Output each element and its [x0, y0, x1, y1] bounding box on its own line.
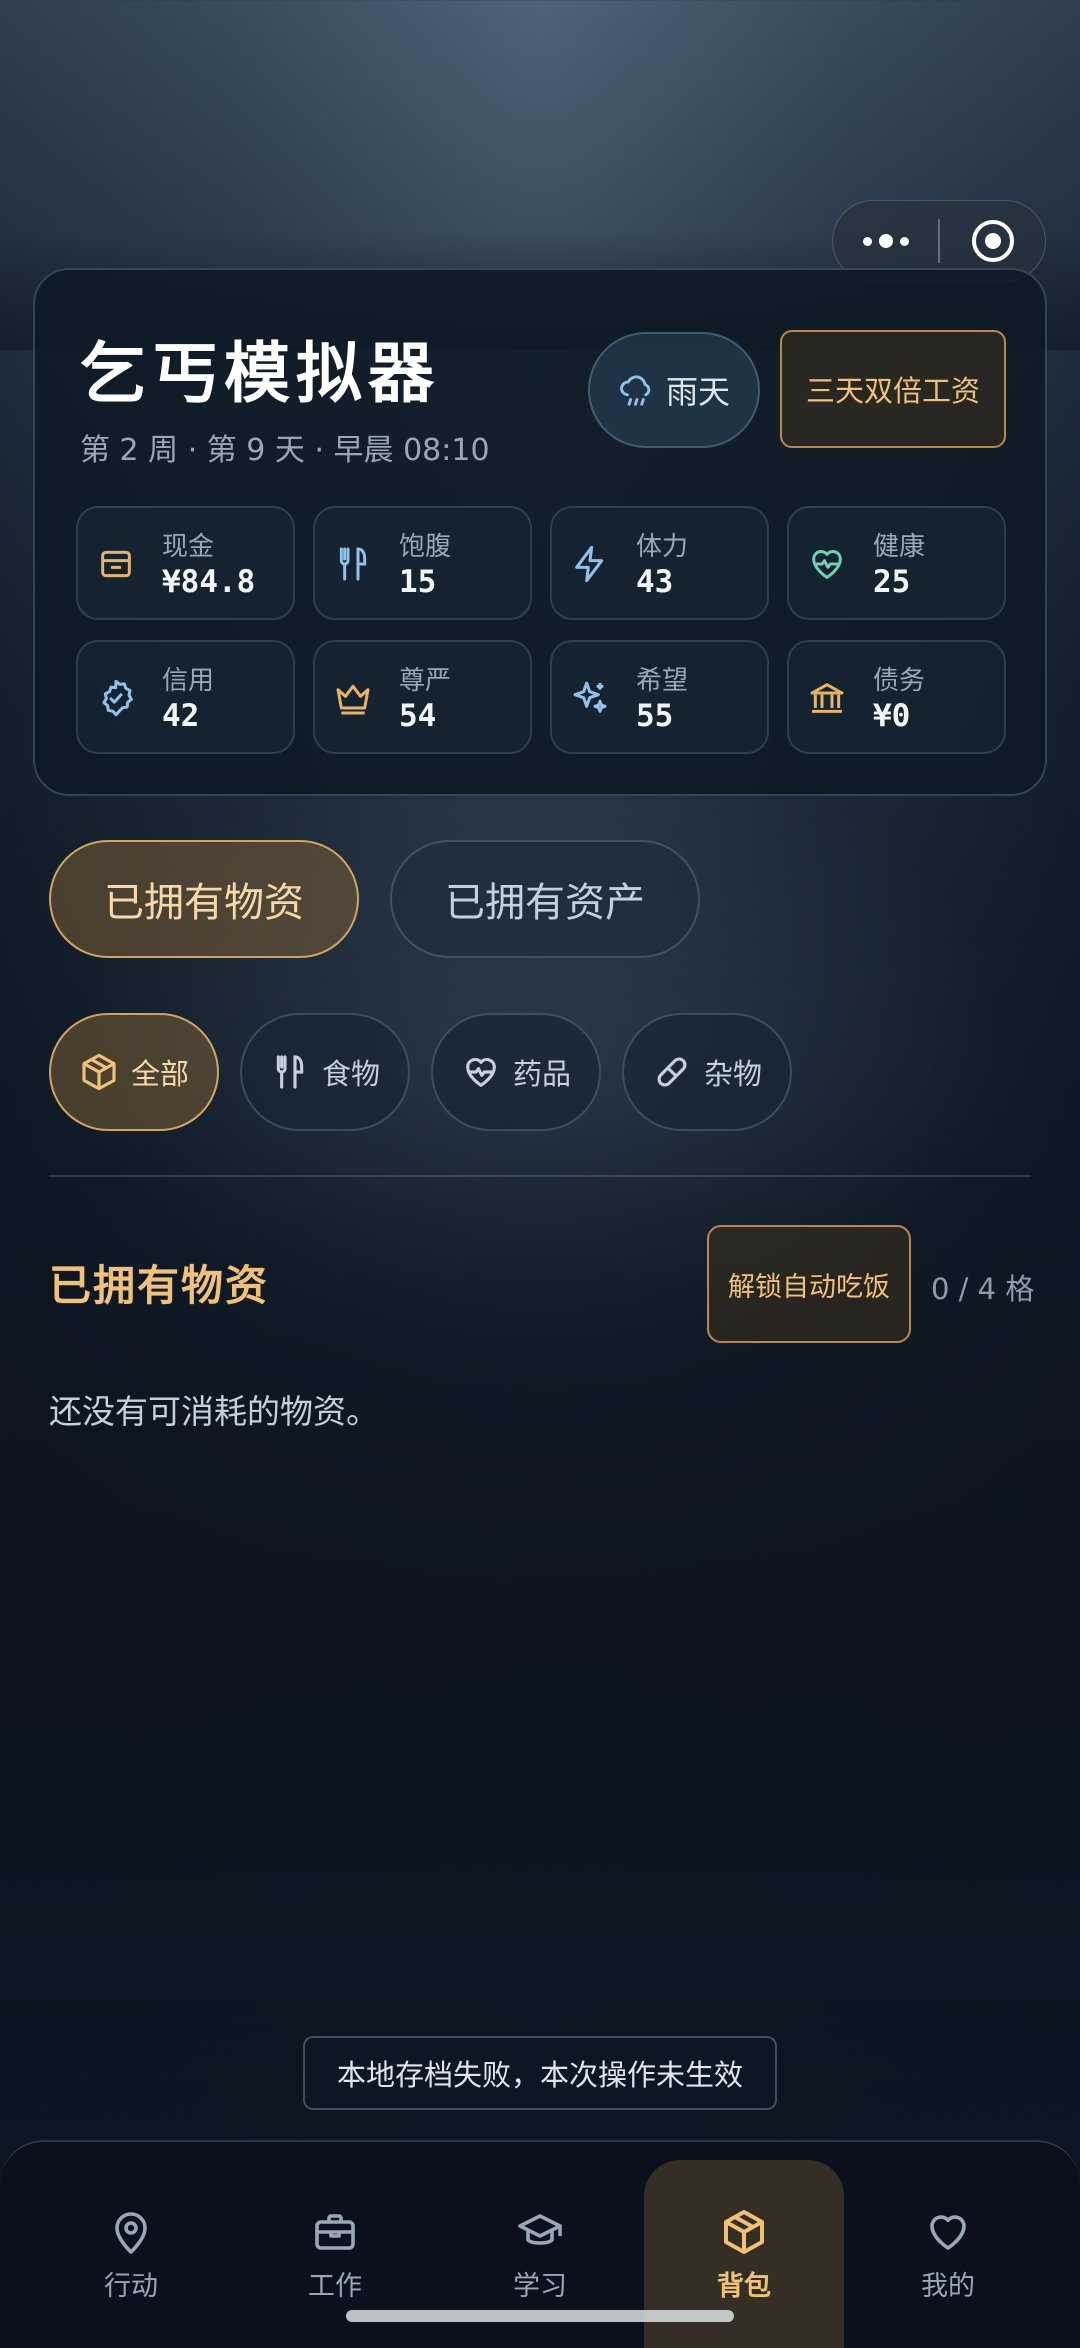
- filter-label: 全部: [130, 1057, 189, 1091]
- nav-action[interactable]: 行动: [31, 2160, 231, 2348]
- pill-icon: [657, 1057, 687, 1087]
- double-wage-badge[interactable]: 三天双倍工资: [780, 330, 1006, 448]
- stat-label: 饱腹: [399, 532, 452, 562]
- stat-debt: 债务 ¥0: [787, 640, 1006, 754]
- filter-all[interactable]: 全部: [49, 1013, 219, 1131]
- stat-label: 健康: [873, 532, 926, 562]
- stat-credit: 信用 42: [76, 640, 295, 754]
- error-toast: 本地存档失败，本次操作未生效: [303, 2036, 777, 2110]
- background-shade: [0, 1100, 1080, 2000]
- heart-icon: [930, 2214, 966, 2250]
- home-indicator[interactable]: [346, 2310, 734, 2322]
- status-card: 乞丐模拟器 第 2 周 · 第 9 天 · 早晨 08:10 雨天 三天双倍工资…: [33, 268, 1047, 796]
- stat-label: 债务: [873, 666, 926, 696]
- target-icon: [971, 220, 1014, 262]
- tab-owned-goods[interactable]: 已拥有物资: [49, 840, 359, 958]
- sparkles-icon: [573, 681, 607, 713]
- nav-label: 行动: [104, 2270, 158, 2302]
- stat-value: 25: [873, 564, 911, 600]
- graduation-cap-icon: [518, 2213, 562, 2245]
- close-miniprogram-button[interactable]: [940, 220, 1045, 262]
- utensils-icon: [339, 547, 367, 581]
- unlock-auto-eat-button[interactable]: 解锁自动吃饭: [707, 1225, 911, 1343]
- stat-label: 信用: [162, 666, 215, 696]
- filter-misc[interactable]: 杂物: [622, 1013, 792, 1131]
- utensils-icon: [276, 1055, 304, 1089]
- stat-health: 健康 25: [787, 506, 1006, 620]
- heart-pulse-icon: [466, 1057, 496, 1087]
- wallet-icon: [101, 550, 131, 578]
- crown-icon: [336, 684, 370, 715]
- heart-pulse-icon: [812, 550, 842, 579]
- weather-badge: 雨天: [588, 332, 760, 448]
- filter-medicine[interactable]: 药品: [431, 1013, 601, 1131]
- map-pin-icon: [115, 2211, 147, 2254]
- nav-label: 我的: [921, 2270, 975, 2302]
- stat-satiety: 饱腹 15: [313, 506, 532, 620]
- filter-label: 药品: [512, 1057, 571, 1091]
- briefcase-icon: [315, 2213, 355, 2250]
- stat-dignity: 尊严 54: [313, 640, 532, 754]
- more-menu-button[interactable]: [833, 234, 938, 248]
- nav-mine[interactable]: 我的: [848, 2160, 1048, 2348]
- lightning-icon: [575, 545, 604, 583]
- rain-cloud-icon: [620, 375, 651, 406]
- stat-stamina: 体力 43: [550, 506, 769, 620]
- stat-label: 体力: [636, 532, 689, 562]
- empty-message: 还没有可消耗的物资。: [49, 1392, 379, 1431]
- section-divider: [49, 1175, 1031, 1177]
- tab-owned-assets[interactable]: 已拥有资产: [390, 840, 700, 958]
- stat-value: ¥84.8: [162, 564, 256, 600]
- stat-cash: 现金 ¥84.8: [76, 506, 295, 620]
- filter-label: 食物: [321, 1057, 380, 1091]
- stats-grid: 现金 ¥84.8 饱腹 15 体力 43 健康 25 信用 42 尊严 54 希…: [76, 506, 1008, 754]
- stat-label: 现金: [162, 532, 215, 562]
- bank-icon: [810, 683, 844, 713]
- stat-value: 43: [636, 564, 674, 600]
- game-time: 第 2 周 · 第 9 天 · 早晨 08:10: [80, 433, 490, 468]
- stat-value: 15: [399, 564, 437, 600]
- stat-value: ¥0: [873, 698, 911, 734]
- filter-label: 杂物: [703, 1057, 762, 1091]
- stat-label: 希望: [636, 666, 689, 696]
- badge-check-icon: [102, 679, 133, 717]
- nav-label: 背包: [717, 2270, 771, 2302]
- stat-value: 55: [636, 698, 674, 734]
- stat-hope: 希望 55: [550, 640, 769, 754]
- weather-label: 雨天: [665, 373, 730, 411]
- filter-food[interactable]: 食物: [240, 1013, 410, 1131]
- stat-label: 尊严: [399, 666, 452, 696]
- section-title: 已拥有物资: [49, 1261, 270, 1310]
- game-title: 乞丐模拟器: [80, 335, 440, 412]
- stat-value: 54: [399, 698, 437, 734]
- nav-label: 工作: [308, 2270, 362, 2302]
- box-icon: [82, 1053, 116, 1091]
- box-icon: [724, 2209, 764, 2254]
- stat-value: 42: [162, 698, 200, 734]
- slot-count: 0 / 4 格: [931, 1272, 1035, 1306]
- nav-label: 学习: [513, 2270, 567, 2302]
